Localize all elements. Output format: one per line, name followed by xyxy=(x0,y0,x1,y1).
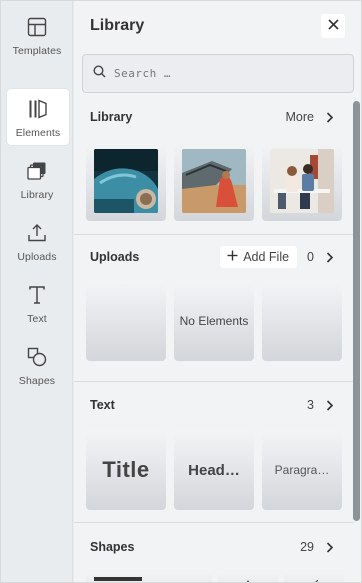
chevron-right-icon[interactable] xyxy=(324,399,336,411)
text-style-paragraph[interactable]: Paragra… xyxy=(262,430,342,510)
plus-icon xyxy=(227,250,238,264)
upload-icon xyxy=(25,221,49,245)
rail-label-templates: Templates xyxy=(12,45,62,57)
rail-item-elements[interactable]: Elements xyxy=(7,89,69,145)
rail-item-text[interactable]: Text xyxy=(1,283,73,341)
text-section-title: Text xyxy=(90,398,115,412)
panel-scrollbar[interactable] xyxy=(353,101,360,521)
uploads-section-title: Uploads xyxy=(90,250,140,264)
shapes-count: 29 xyxy=(300,540,314,554)
add-file-button[interactable]: Add File xyxy=(220,246,298,268)
no-elements-label: No Elements xyxy=(179,314,249,328)
line-shape-icon xyxy=(178,576,190,582)
library-icon xyxy=(25,159,49,183)
rail-label-uploads: Uploads xyxy=(17,251,57,263)
chevron-right-icon[interactable] xyxy=(324,111,336,123)
woman-photo xyxy=(182,149,246,213)
rail-label-library: Library xyxy=(20,189,54,201)
rail-item-shapes[interactable]: Shapes xyxy=(1,345,73,403)
text-style-paragraph-label: Paragra… xyxy=(274,463,330,477)
text-style-heading[interactable]: Head… xyxy=(174,430,254,510)
library-panel: Library Library More xyxy=(74,1,361,582)
library-section-title: Library xyxy=(90,110,133,124)
app-frame: Templates Elements Library Uploads Text xyxy=(0,0,362,583)
shapes-icon xyxy=(25,345,49,369)
shape-tile-line[interactable] xyxy=(152,572,212,582)
library-image-woman-wreck[interactable] xyxy=(174,141,254,221)
triangle-shape-icon xyxy=(244,575,252,582)
divider xyxy=(74,522,354,523)
divider xyxy=(74,234,354,235)
shapes-section-title: Shapes xyxy=(90,540,135,554)
rail-item-library[interactable]: Library xyxy=(1,159,73,217)
add-file-label: Add File xyxy=(243,250,290,264)
shape-tile-arrow[interactable] xyxy=(284,572,344,582)
library-image-car[interactable] xyxy=(86,141,166,221)
close-button[interactable] xyxy=(321,14,345,38)
rectangle-shape-icon xyxy=(94,577,142,581)
upload-slot: No Elements xyxy=(174,281,254,361)
chevron-right-icon[interactable] xyxy=(324,251,336,263)
side-rail: Templates Elements Library Uploads Text xyxy=(1,1,73,582)
text-count: 3 xyxy=(307,398,314,412)
upload-slot xyxy=(262,281,342,361)
upload-slot xyxy=(86,281,166,361)
rail-item-uploads[interactable]: Uploads xyxy=(1,221,73,279)
elements-icon xyxy=(26,97,50,121)
close-icon xyxy=(327,17,339,35)
rail-label-shapes: Shapes xyxy=(18,375,56,387)
car-photo xyxy=(94,149,158,213)
shape-tile-triangle[interactable] xyxy=(218,572,278,582)
office-photo xyxy=(270,149,334,213)
text-style-title[interactable]: Title xyxy=(86,430,166,510)
text-icon xyxy=(25,283,49,307)
uploads-count: 0 xyxy=(307,250,314,264)
text-style-heading-label: Head… xyxy=(188,461,240,479)
rail-label-elements: Elements xyxy=(15,127,61,139)
chevron-right-icon[interactable] xyxy=(324,541,336,553)
divider xyxy=(74,381,354,382)
more-link[interactable]: More xyxy=(286,110,314,124)
text-style-title-label: Title xyxy=(102,457,150,482)
search-box[interactable] xyxy=(82,54,354,93)
rail-label-text: Text xyxy=(27,313,47,325)
panel-title: Library xyxy=(90,17,145,34)
search-icon xyxy=(93,64,106,83)
arrow-shape-icon xyxy=(310,575,319,582)
library-image-office[interactable] xyxy=(262,141,342,221)
search-input[interactable] xyxy=(114,67,334,80)
rail-item-templates[interactable]: Templates xyxy=(1,15,73,73)
panel-scroll-area[interactable]: Library More Uploads Add File 0 No Eleme… xyxy=(74,99,361,582)
layout-icon xyxy=(25,15,49,39)
